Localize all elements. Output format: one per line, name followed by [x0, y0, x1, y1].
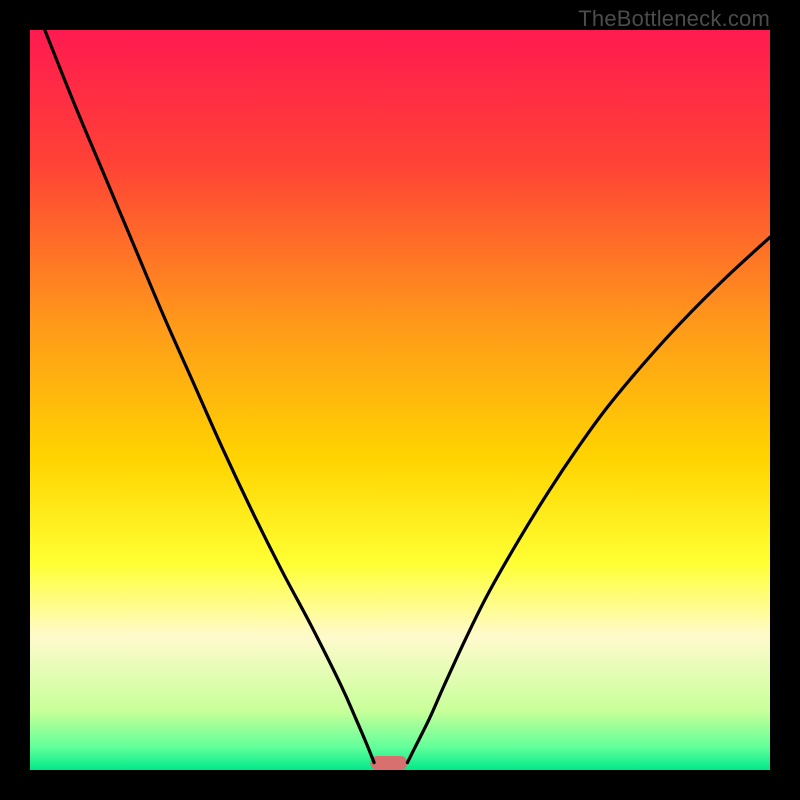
watermark-text: TheBottleneck.com	[578, 6, 770, 32]
plot-area	[30, 30, 770, 770]
gradient-background	[30, 30, 770, 770]
chart-frame: TheBottleneck.com	[0, 0, 800, 800]
bottleneck-chart	[30, 30, 770, 770]
optimal-marker	[370, 756, 407, 770]
